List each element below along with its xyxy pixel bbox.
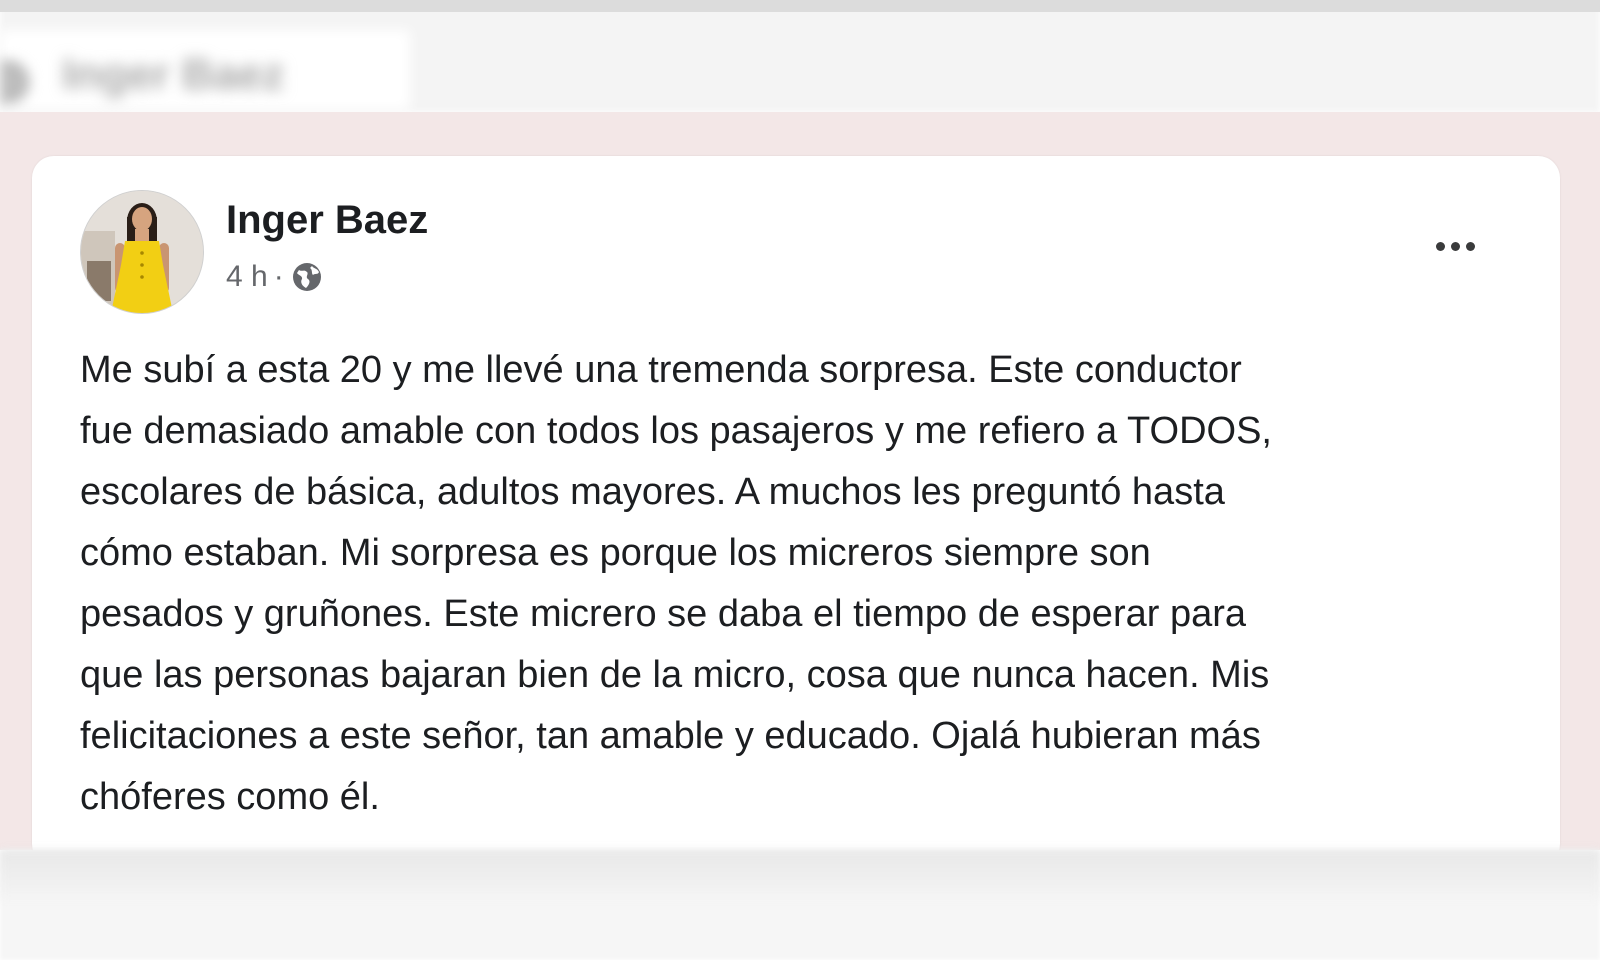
blurred-author-name: Inger Baez	[62, 50, 285, 99]
post-timestamp[interactable]: 4 h	[226, 260, 268, 294]
globe-icon[interactable]	[290, 260, 324, 294]
author-avatar[interactable]	[80, 190, 204, 314]
dot-icon	[1465, 241, 1475, 251]
more-options-icon[interactable]	[1426, 226, 1484, 266]
blurred-footer-band	[0, 850, 1600, 900]
dot-icon	[1435, 241, 1445, 251]
dot-icon	[1450, 241, 1460, 251]
post-text: Me subí a esta 20 y me llevé una tremend…	[80, 349, 1272, 818]
post-meta: 4 h ·	[226, 260, 324, 294]
post-author-name[interactable]: Inger Baez	[226, 198, 428, 243]
blurred-top-stripe	[0, 0, 1600, 12]
meta-separator: ·	[273, 260, 284, 293]
avatar-photo	[81, 191, 203, 313]
